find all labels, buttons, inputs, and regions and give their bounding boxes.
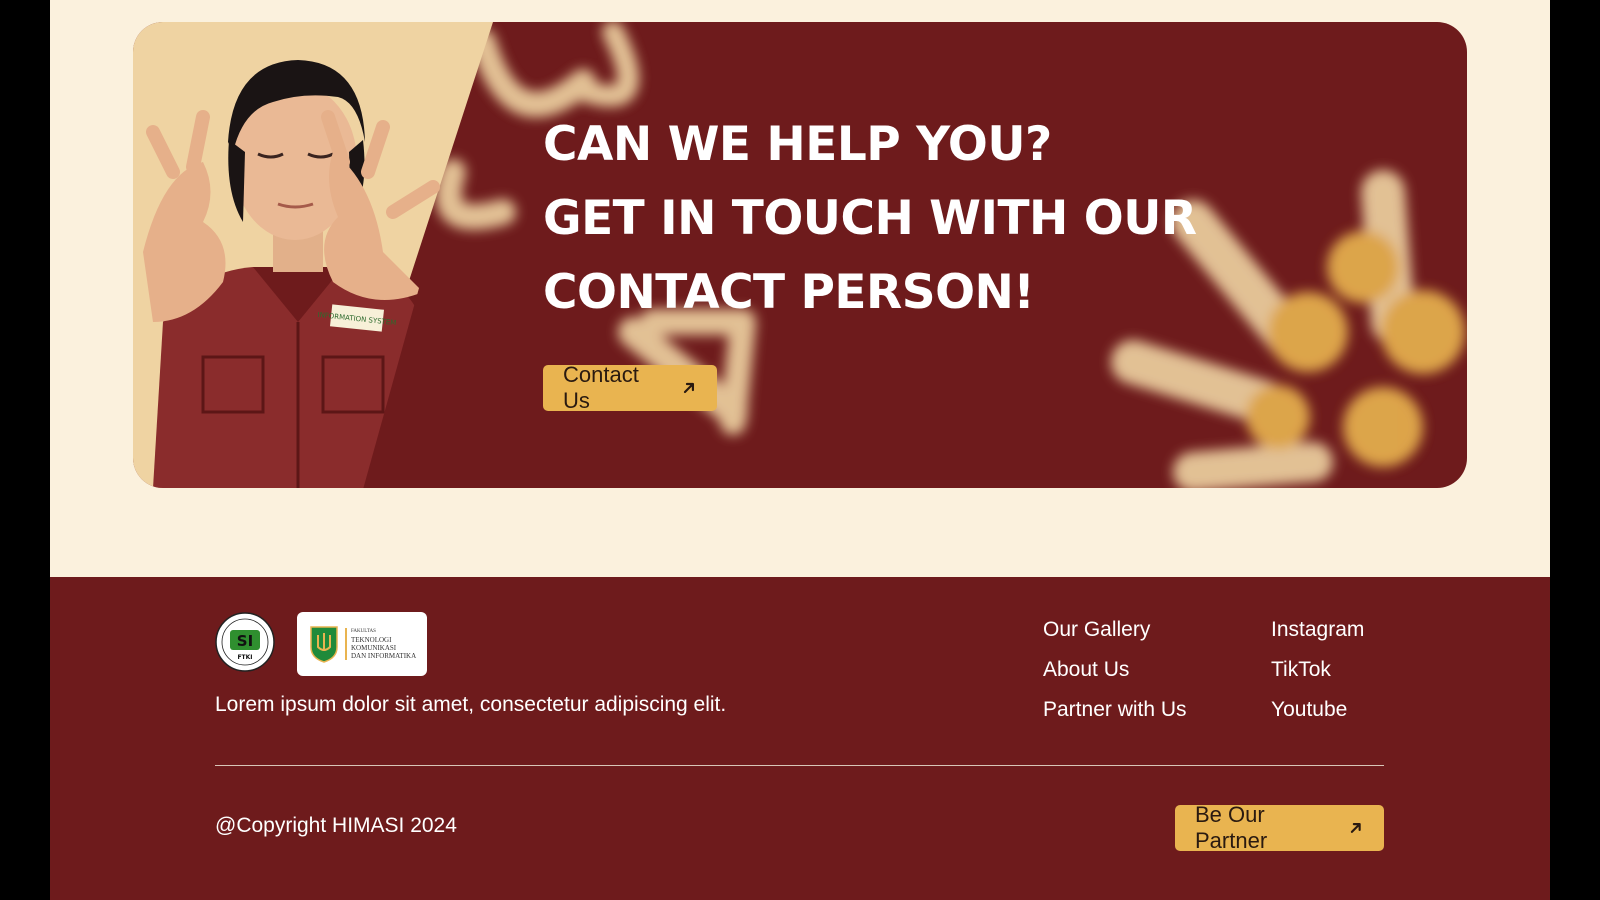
copyright-text: @Copyright HIMASI 2024 xyxy=(215,814,457,837)
footer-description: Lorem ipsum dolor sit amet, consectetur … xyxy=(215,693,727,716)
footer-link-our-gallery[interactable]: Our Gallery xyxy=(1043,617,1187,642)
footer-divider xyxy=(215,765,1384,766)
contact-cta-banner: INFORMATION SYSTEM CAN WE HELP YOU? GET … xyxy=(133,22,1467,488)
contact-us-label: Contact Us xyxy=(563,362,639,413)
faculty-logo[interactable]: FAKULTAS TEKNOLOGI KOMUNIKASI DAN INFORM… xyxy=(297,612,427,676)
footer-link-instagram[interactable]: Instagram xyxy=(1271,617,1364,642)
footer-nav-social: Instagram TikTok Youtube xyxy=(1271,617,1364,722)
si-logo-subtext: FTKI xyxy=(237,654,252,661)
footer-link-about-us[interactable]: About Us xyxy=(1043,657,1187,682)
be-our-partner-label: Be Our Partner xyxy=(1195,802,1268,853)
be-our-partner-button[interactable]: Be Our Partner xyxy=(1175,802,1384,853)
site-footer: SI FTKI FAKULTAS TEKNOLOGI KOMUNIKASI DA… xyxy=(50,577,1550,900)
arrow-up-right-icon xyxy=(1351,823,1362,833)
arrow-up-right-icon xyxy=(683,382,695,394)
footer-link-partner-with-us[interactable]: Partner with Us xyxy=(1043,697,1187,722)
faculty-logo-text: FAKULTAS TEKNOLOGI KOMUNIKASI DAN INFORM… xyxy=(345,628,416,660)
faculty-line-3: KOMUNIKASI xyxy=(351,644,397,652)
footer-link-tiktok[interactable]: TikTok xyxy=(1271,657,1364,682)
cta-heading-line-2: GET IN TOUCH WITH OUR xyxy=(543,191,1197,246)
cta-heading: CAN WE HELP YOU? GET IN TOUCH WITH OUR C… xyxy=(543,108,1197,330)
faculty-line-2: TEKNOLOGI xyxy=(351,636,392,644)
contact-us-button[interactable]: Contact Us xyxy=(543,362,717,413)
si-logo[interactable]: SI FTKI xyxy=(215,612,275,672)
si-logo-text: SI xyxy=(237,632,253,650)
faculty-line-4: DAN INFORMATIKA xyxy=(351,652,417,660)
person-illustration: INFORMATION SYSTEM xyxy=(143,60,440,488)
page: INFORMATION SYSTEM CAN WE HELP YOU? GET … xyxy=(50,0,1550,900)
person-photo: INFORMATION SYSTEM xyxy=(133,22,493,488)
cta-heading-line-1: CAN WE HELP YOU? xyxy=(543,117,1052,172)
footer-link-youtube[interactable]: Youtube xyxy=(1271,697,1364,722)
footer-nav-pages: Our Gallery About Us Partner with Us xyxy=(1043,617,1187,722)
faculty-line-1: FAKULTAS xyxy=(351,629,376,634)
faculty-shield-icon xyxy=(310,626,338,663)
cta-heading-line-3: CONTACT PERSON! xyxy=(543,265,1035,320)
